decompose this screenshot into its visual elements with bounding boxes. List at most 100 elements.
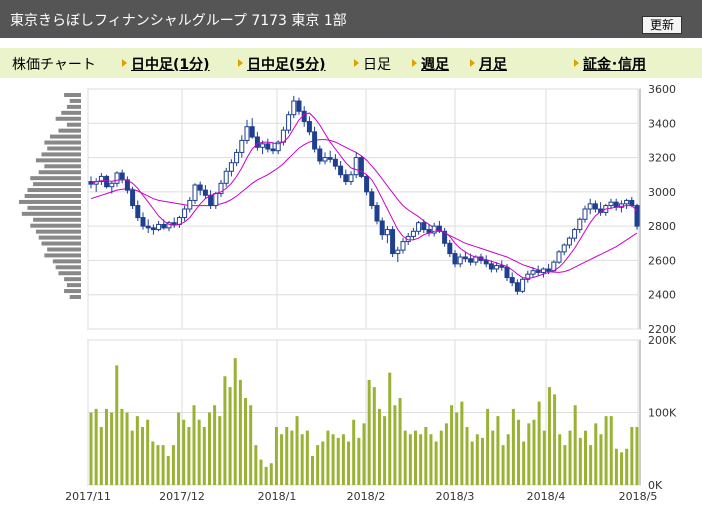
volume-bar <box>558 434 562 485</box>
volume-profile-bar <box>35 158 81 163</box>
candle-body <box>582 208 588 220</box>
x-tick-label: 2018/3 <box>436 490 475 503</box>
volume-bar <box>120 408 124 485</box>
volume-profile-bar <box>47 247 81 252</box>
candle-body <box>260 143 266 148</box>
volume-bar <box>182 419 186 485</box>
volume-bar <box>439 430 443 485</box>
volume-bar <box>156 445 160 485</box>
tab-weekly-label: 週足 <box>421 57 449 73</box>
stock-title: 東京きらぼしフィナンシャルグループ 7173 東京 1部 <box>10 13 347 29</box>
volume-profile-bar <box>33 182 81 187</box>
tab-intraday-5min[interactable]: 日中足(5分) <box>238 54 326 74</box>
volume-bar <box>233 358 237 485</box>
tab-margin[interactable]: 証金･信用 <box>574 54 646 74</box>
candle-body <box>135 205 141 219</box>
price-y-tick-label: 3600 <box>648 83 676 96</box>
candle-body <box>608 201 614 207</box>
arrow-right-icon <box>574 59 579 67</box>
tab-weekly[interactable]: 週足 <box>412 54 449 74</box>
x-tick-label: 2018/4 <box>527 490 566 503</box>
volume-bar <box>542 430 546 485</box>
volume-bar <box>305 430 309 485</box>
volume-bar <box>573 405 577 485</box>
volume-bar <box>377 408 381 485</box>
volume-bar <box>244 398 248 485</box>
volume-bar <box>331 434 335 485</box>
volume-bar <box>254 445 258 485</box>
volume-bar <box>388 372 392 485</box>
volume-bar <box>151 441 155 485</box>
volume-bar <box>89 412 93 485</box>
volume-profile-panel <box>19 93 82 299</box>
arrow-right-icon <box>238 59 243 67</box>
volume-profile-bar <box>66 283 81 288</box>
price-plot-frame <box>87 88 641 330</box>
volume-bar <box>336 437 340 485</box>
candle-body <box>182 208 188 219</box>
candle-body <box>202 189 208 196</box>
volume-bar <box>341 434 345 485</box>
tab-monthly[interactable]: 月足 <box>470 54 507 74</box>
candle-body <box>577 218 583 231</box>
volume-bar <box>295 416 299 485</box>
candle-body <box>395 249 401 255</box>
volume-profile-bar <box>58 128 81 133</box>
volume-bar <box>326 430 330 485</box>
volume-bar <box>563 445 567 485</box>
volume-bar <box>238 379 242 485</box>
volume-bar <box>130 430 134 485</box>
volume-profile-bar <box>64 277 81 282</box>
candle-body <box>109 182 115 188</box>
volume-bar <box>553 394 557 485</box>
tab-intraday-1min[interactable]: 日中足(1分) <box>122 54 210 74</box>
volume-bar <box>207 412 211 485</box>
arrow-right-icon <box>354 59 359 67</box>
volume-bar <box>630 427 634 485</box>
volume-bar <box>125 412 129 485</box>
volume-bar <box>161 445 165 485</box>
candle-body <box>369 191 375 207</box>
volume-bar <box>197 419 201 485</box>
tab-daily: 日足 <box>354 54 391 74</box>
volume-bar <box>171 445 175 485</box>
candle-body <box>483 259 489 265</box>
candle-body <box>270 148 276 152</box>
candle-body <box>624 199 630 205</box>
volume-bar <box>146 419 150 485</box>
candle-body <box>561 244 567 253</box>
volume-bar <box>620 452 624 485</box>
volume-bar <box>568 430 572 485</box>
candle-body <box>364 175 370 193</box>
candle-body <box>556 251 562 263</box>
volume-bar <box>218 416 222 485</box>
volume-profile-bar <box>30 176 81 181</box>
tab-daily-label: 日足 <box>363 57 391 73</box>
volume-profile-bar <box>69 98 81 103</box>
volume-bar <box>357 437 361 485</box>
volume-profile-bar <box>69 295 81 299</box>
volume-profile-bar <box>38 170 81 175</box>
x-tick-label: 2017/11 <box>65 490 111 503</box>
price-y-tick-label: 2400 <box>648 289 676 302</box>
arrow-right-icon <box>470 59 475 67</box>
arrow-right-icon <box>412 59 417 67</box>
volume-bar <box>614 448 618 485</box>
volume-bar <box>589 445 593 485</box>
volume-bar <box>367 379 371 485</box>
volume-profile-bar <box>61 110 81 115</box>
candle-body <box>114 172 120 184</box>
candle-body <box>592 203 598 210</box>
candle-body <box>197 184 203 191</box>
x-tick-label: 2018/2 <box>347 490 386 503</box>
refresh-button[interactable]: 更新 <box>642 16 682 34</box>
candle-body <box>119 172 125 181</box>
volume-profile-bar <box>19 199 81 204</box>
tab-intraday-5min-label: 日中足(5分) <box>247 57 326 73</box>
candle-body <box>566 237 572 246</box>
volume-bar <box>414 430 418 485</box>
candle-body <box>468 258 474 263</box>
volume-bar <box>99 427 103 485</box>
candle-body <box>192 184 198 201</box>
volume-profile-bar <box>44 164 81 169</box>
